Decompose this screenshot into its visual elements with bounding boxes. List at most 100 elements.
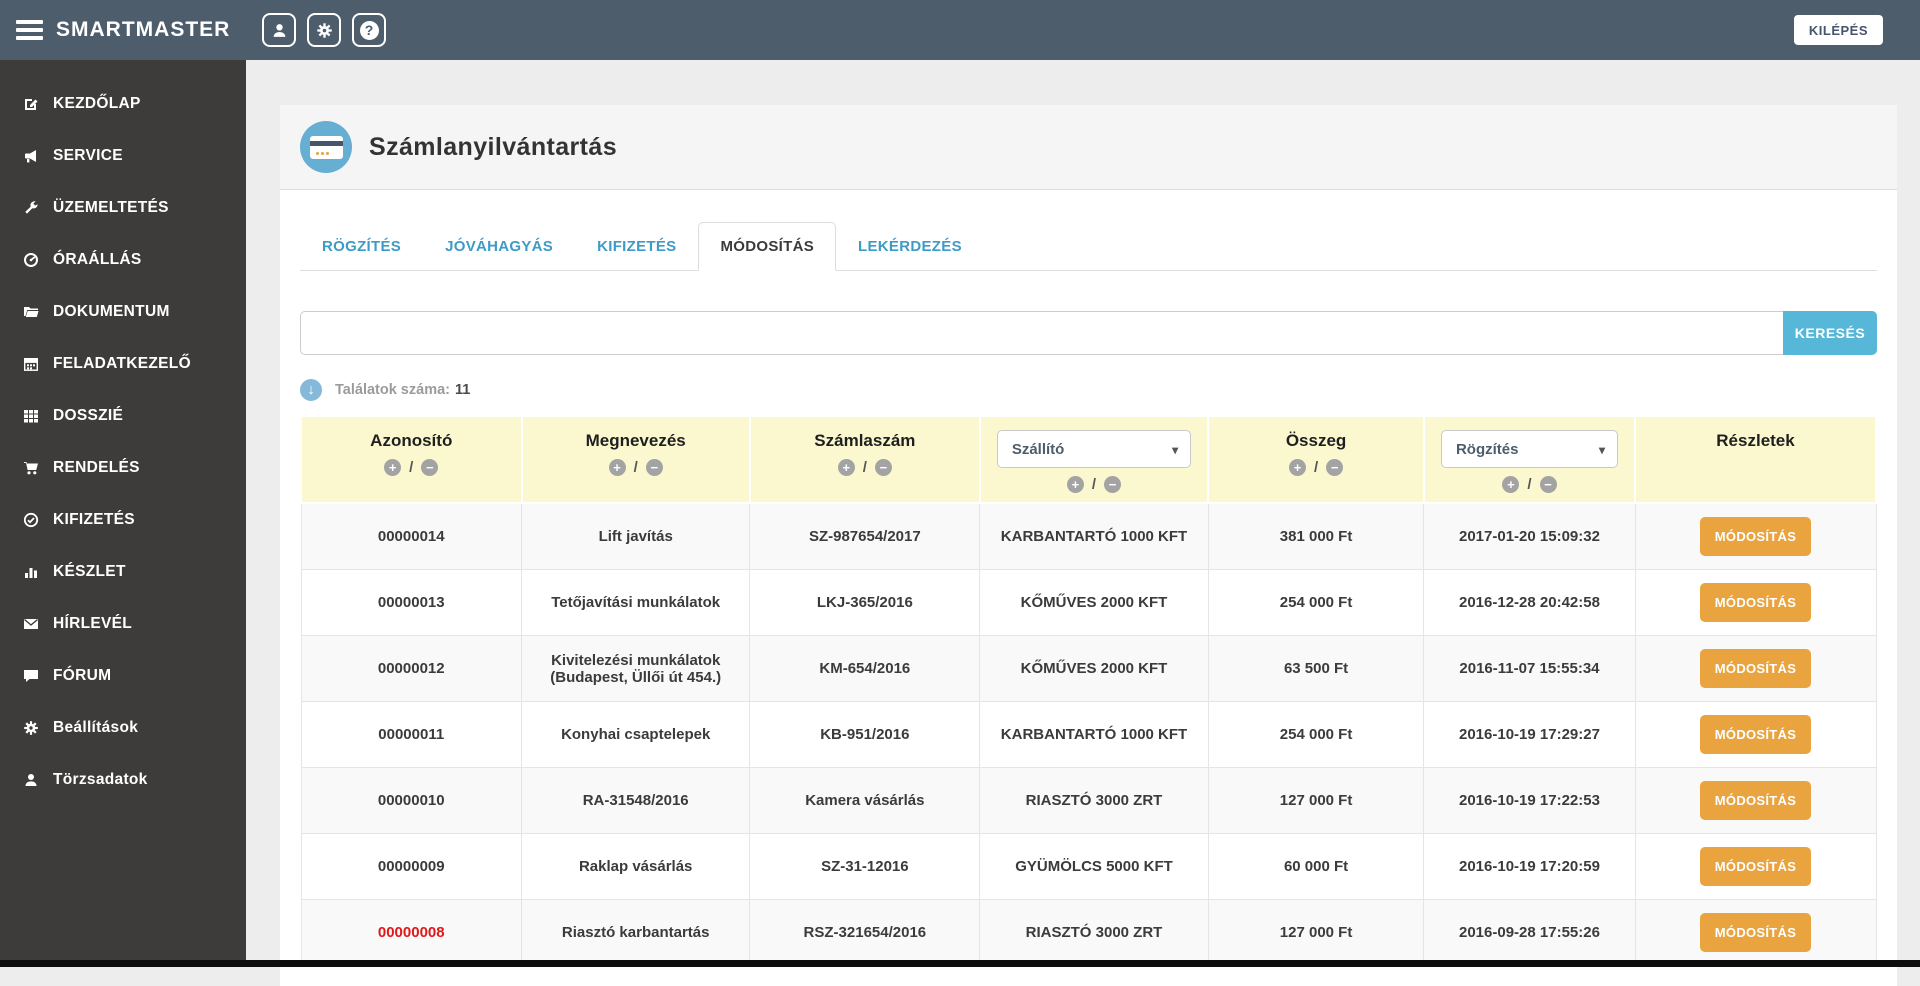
sidebar-item-label: FELADATKEZELŐ — [53, 355, 191, 372]
cell-szamlaszam: KB-951/2016 — [749, 701, 981, 768]
invoice-row: 00000012 Kivitelezési munkálatok (Budape… — [300, 635, 1877, 702]
tab-jovahagyas[interactable]: JÓVÁHAGYÁS — [423, 222, 575, 271]
user-account-button[interactable] — [262, 13, 296, 47]
cell-megnevezes: RA-31548/2016 — [520, 767, 751, 834]
supplier-filter-select[interactable]: Szállító — [996, 430, 1192, 468]
sort-plus-icon[interactable] — [384, 459, 402, 476]
cell-osszeg: 127 000 Ft — [1207, 767, 1425, 834]
sort-minus-icon[interactable] — [421, 459, 439, 476]
tab-modositas[interactable]: MÓDOSÍTÁS — [698, 222, 837, 271]
sort-minus-icon[interactable] — [645, 459, 663, 476]
cell-szamlaszam: Kamera vásárlás — [749, 767, 981, 834]
sort-separator — [634, 459, 638, 476]
logout-button[interactable]: KILÉPÉS — [1793, 15, 1883, 45]
gear-icon — [316, 22, 332, 38]
main-content: Számlanyilvántartás RÖGZÍTÉS JÓVÁHAGYÁS … — [246, 60, 1920, 986]
sidebar-item-hirlevel[interactable]: HÍRLEVÉL — [0, 598, 246, 650]
invoice-row: 00000014 Lift javítás SZ-987654/2017 KAR… — [300, 502, 1877, 570]
cell-osszeg: 254 000 Ft — [1207, 569, 1425, 636]
sort-controls-azonosito — [308, 459, 515, 476]
sidebar-item-beallitasok[interactable]: Beállítások — [0, 702, 246, 754]
sort-separator — [863, 459, 867, 476]
sort-plus-icon[interactable] — [1502, 476, 1520, 493]
cell-szamlaszam: LKJ-365/2016 — [749, 569, 981, 636]
sort-minus-icon[interactable] — [1104, 476, 1122, 493]
comment-icon — [21, 668, 40, 684]
sort-minus-icon[interactable] — [874, 459, 892, 476]
cell-azonosito: 00000014 — [300, 502, 522, 570]
topbar: SMARTMASTER KILÉPÉS — [0, 0, 1920, 60]
sidebar-item-label: ÓRAÁLLÁS — [53, 251, 142, 268]
sidebar-item-label: HÍRLEVÉL — [53, 615, 133, 632]
help-button[interactable] — [352, 13, 386, 47]
sidebar-item-dosszie[interactable]: DOSSZIÉ — [0, 390, 246, 442]
search-input[interactable] — [300, 311, 1783, 355]
cell-azonosito: 00000009 — [300, 833, 522, 900]
cell-szallito: RIASZTÓ 3000 ZRT — [979, 767, 1209, 834]
sort-separator — [409, 459, 413, 476]
sidebar-item-keszlet[interactable]: KÉSZLET — [0, 546, 246, 598]
wrench-icon — [21, 200, 40, 216]
cell-osszeg: 381 000 Ft — [1207, 502, 1425, 570]
col-rogzites: Rögzítés — [1422, 415, 1637, 504]
sort-controls-megnevezes — [529, 459, 743, 476]
cell-osszeg: 254 000 Ft — [1207, 701, 1425, 768]
sort-plus-icon[interactable] — [837, 459, 855, 476]
search-bar: KERESÉS — [300, 311, 1877, 355]
sidebar-item-oraallas[interactable]: ÓRAÁLLÁS — [0, 234, 246, 286]
sidebar-item-label: ÜZEMELTETÉS — [53, 199, 169, 216]
row-modositas-button[interactable]: MÓDOSÍTÁS — [1699, 715, 1812, 754]
sidebar-item-feladatkezelo[interactable]: FELADATKEZELŐ — [0, 338, 246, 390]
grid-icon — [21, 408, 40, 424]
cell-szamlaszam: SZ-987654/2017 — [749, 502, 981, 570]
tab-rogzites[interactable]: RÖGZÍTÉS — [300, 222, 423, 271]
results-summary: Találatok száma: 11 — [300, 379, 1877, 401]
sidebar-item-rendeles[interactable]: RENDELÉS — [0, 442, 246, 494]
row-modositas-button[interactable]: MÓDOSÍTÁS — [1699, 583, 1812, 622]
tab-lekerdezes[interactable]: LEKÉRDEZÉS — [836, 222, 984, 271]
sort-controls-szamlaszam — [757, 459, 973, 476]
results-count: 11 — [454, 382, 471, 398]
sort-minus-icon[interactable] — [1539, 476, 1557, 493]
cell-rogzites: 2016-09-28 17:55:26 — [1423, 899, 1636, 966]
cell-megnevezes: Kivitelezési munkálatok (Budapest, Üllői… — [520, 635, 751, 702]
sidebar-item-torzsadatok[interactable]: Törzsadatok — [0, 754, 246, 806]
sidebar: KEZDŐLAP SERVICE ÜZEMELTETÉS ÓRAÁLLÁS DO… — [0, 60, 246, 967]
sidebar-item-kifizetes[interactable]: KIFIZETÉS — [0, 494, 246, 546]
invoice-table-body: 00000014 Lift javítás SZ-987654/2017 KAR… — [300, 502, 1877, 966]
search-button[interactable]: KERESÉS — [1783, 311, 1877, 355]
row-modositas-button[interactable]: MÓDOSÍTÁS — [1699, 847, 1812, 886]
sidebar-item-service[interactable]: SERVICE — [0, 130, 246, 182]
sidebar-item-forum[interactable]: FÓRUM — [0, 650, 246, 702]
cell-reszletek: MÓDOSÍTÁS — [1634, 635, 1877, 702]
check-circle-icon — [21, 512, 40, 528]
row-modositas-button[interactable]: MÓDOSÍTÁS — [1699, 913, 1812, 952]
row-modositas-button[interactable]: MÓDOSÍTÁS — [1699, 517, 1812, 556]
invoice-row: 00000009 Raklap vásárlás SZ-31-12016 GYÜ… — [300, 833, 1877, 900]
sort-plus-icon[interactable] — [608, 459, 626, 476]
menu-toggle-button[interactable] — [16, 20, 43, 40]
cell-reszletek: MÓDOSÍTÁS — [1634, 569, 1877, 636]
sort-minus-icon[interactable] — [1326, 459, 1344, 476]
settings-button[interactable] — [307, 13, 341, 47]
sort-plus-icon[interactable] — [1066, 476, 1084, 493]
recorded-filter-select[interactable]: Rögzítés — [1440, 430, 1618, 468]
tab-bar: RÖGZÍTÉS JÓVÁHAGYÁS KIFIZETÉS MÓDOSÍTÁS … — [300, 222, 1877, 271]
sidebar-item-dokumentum[interactable]: DOKUMENTUM — [0, 286, 246, 338]
sidebar-item-label: KIFIZETÉS — [53, 511, 135, 528]
cell-megnevezes: Lift javítás — [520, 502, 751, 570]
sort-plus-icon[interactable] — [1288, 459, 1306, 476]
cell-rogzites: 2016-10-19 17:29:27 — [1423, 701, 1636, 768]
cell-rogzites: 2016-10-19 17:22:53 — [1423, 767, 1636, 834]
cell-osszeg: 63 500 Ft — [1207, 635, 1425, 702]
cell-szallito: KARBANTARTÓ 1000 KFT — [979, 701, 1209, 768]
row-modositas-button[interactable]: MÓDOSÍTÁS — [1699, 781, 1812, 820]
sidebar-item-kezdolap[interactable]: KEZDŐLAP — [0, 78, 246, 130]
cell-szallito: KARBANTARTÓ 1000 KFT — [979, 502, 1209, 570]
sidebar-item-label: RENDELÉS — [53, 459, 140, 476]
user-icon — [21, 772, 40, 788]
tab-kifizetes[interactable]: KIFIZETÉS — [575, 222, 698, 271]
row-modositas-button[interactable]: MÓDOSÍTÁS — [1699, 649, 1812, 688]
cell-osszeg: 60 000 Ft — [1207, 833, 1425, 900]
sidebar-item-uzemeltetes[interactable]: ÜZEMELTETÉS — [0, 182, 246, 234]
